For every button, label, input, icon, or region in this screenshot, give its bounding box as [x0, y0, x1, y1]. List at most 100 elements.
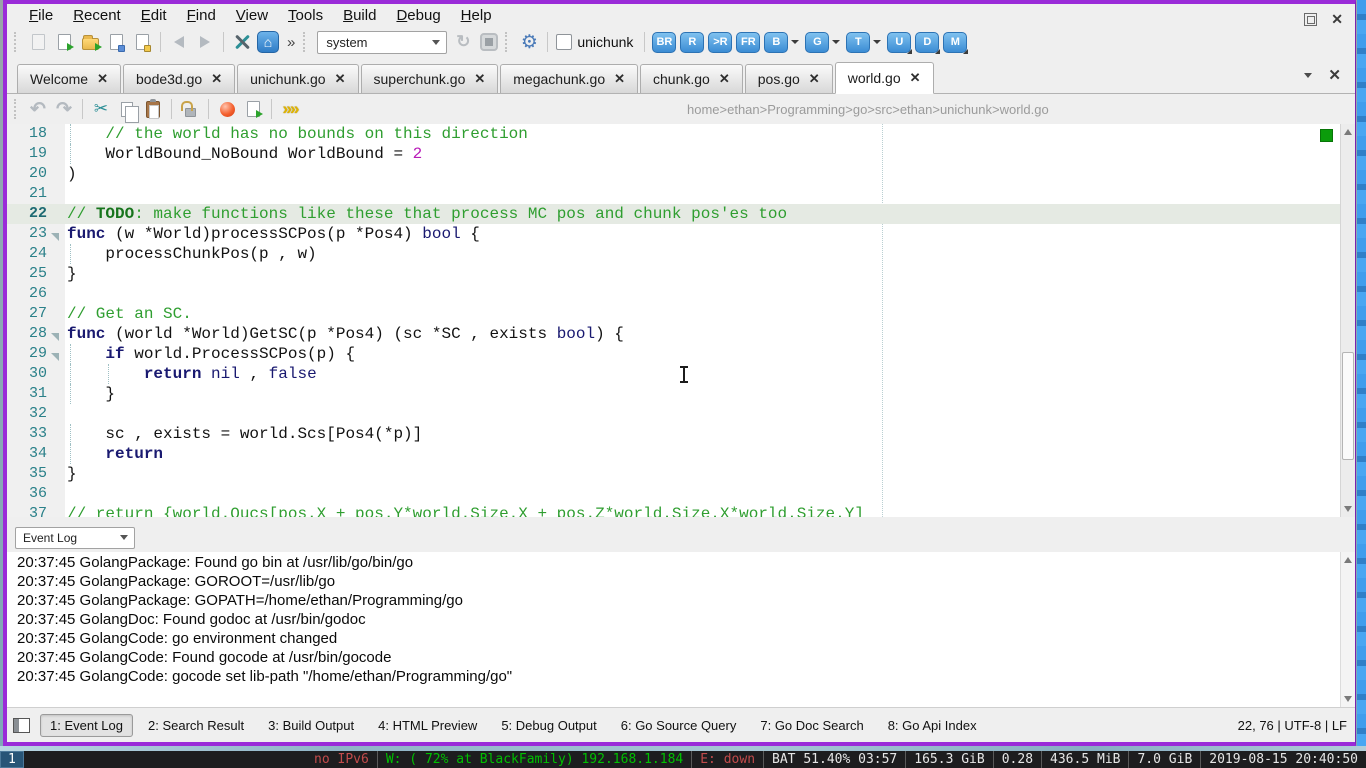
menu-item-file[interactable]: File	[19, 6, 63, 25]
go-button-b[interactable]: B	[764, 32, 788, 53]
tab-close-icon[interactable]: ✕	[614, 71, 625, 87]
toolbar-drag-handle[interactable]	[14, 32, 22, 52]
tab-pos-go[interactable]: pos.go✕	[745, 64, 833, 93]
ed-row-21[interactable]: 21	[7, 184, 1355, 204]
open-folder-button[interactable]	[77, 29, 103, 55]
ed-row-32[interactable]: 32	[7, 404, 1355, 424]
ed-row-23[interactable]: 23func (w *World)processSCPos(p *Pos4) b…	[7, 224, 1355, 244]
ed-row-29[interactable]: 29 if world.ProcessSCPos(p) {	[7, 344, 1355, 364]
ed-row-31[interactable]: 31 }	[7, 384, 1355, 404]
scroll-down-icon[interactable]	[1344, 506, 1352, 512]
ed-row-20[interactable]: 20)	[7, 164, 1355, 184]
reload-env-button[interactable]: ↻	[450, 29, 476, 55]
menu-item-build[interactable]: Build	[333, 6, 386, 25]
tab-world-go[interactable]: world.go✕	[835, 62, 934, 94]
chevron-down-icon[interactable]	[832, 40, 840, 44]
sidebar-toggle-icon[interactable]	[13, 718, 30, 733]
tab-close-button[interactable]: ✕	[1328, 66, 1341, 84]
menu-item-edit[interactable]: Edit	[131, 6, 177, 25]
back-button[interactable]	[166, 29, 192, 55]
fold-marker-icon[interactable]	[51, 233, 59, 241]
fold-marker-icon[interactable]	[51, 333, 59, 341]
go-button-r[interactable]: >R	[708, 32, 732, 53]
scroll-up-icon[interactable]	[1344, 129, 1352, 135]
fold-marker-icon[interactable]	[51, 353, 59, 361]
go-button-m[interactable]: M	[943, 32, 967, 53]
pane-button-2-search-result[interactable]: 2: Search Result	[139, 715, 253, 736]
tab-chunk-go[interactable]: chunk.go✕	[640, 64, 743, 93]
ed-row-26[interactable]: 26	[7, 284, 1355, 304]
pane-button-6-go-source-query[interactable]: 6: Go Source Query	[612, 715, 746, 736]
cut-button[interactable]: ✂	[88, 96, 114, 122]
tab-bode3d-go[interactable]: bode3d.go✕	[123, 64, 235, 93]
pane-button-4-html-preview[interactable]: 4: HTML Preview	[369, 715, 486, 736]
ed-row-37[interactable]: 37// return {world.Qucs[pos.X + pos.Y*wo…	[7, 504, 1355, 517]
ed-row-34[interactable]: 34 return	[7, 444, 1355, 464]
tab-close-icon[interactable]: ✕	[910, 70, 921, 86]
ed-row-25[interactable]: 25}	[7, 264, 1355, 284]
go-button-t[interactable]: T	[846, 32, 870, 53]
save-all-button[interactable]	[129, 29, 155, 55]
chevron-down-icon[interactable]	[873, 40, 881, 44]
editor-vscrollbar[interactable]	[1340, 124, 1355, 517]
menu-item-view[interactable]: View	[226, 6, 278, 25]
menu-item-find[interactable]: Find	[177, 6, 226, 25]
ed-row-19[interactable]: 19 WorldBound_NoBound WorldBound = 2	[7, 144, 1355, 164]
panel-close-button[interactable]: ✕	[1331, 11, 1343, 28]
export-button[interactable]	[240, 96, 266, 122]
pane-button-7-go-doc-search[interactable]: 7: Go Doc Search	[751, 715, 872, 736]
scroll-up-icon[interactable]	[1344, 557, 1352, 563]
panel-float-button[interactable]	[1304, 13, 1317, 26]
build-config-button[interactable]	[229, 29, 255, 55]
event-log-output[interactable]: 20:37:45 GolangPackage: Found go bin at …	[7, 552, 1355, 707]
go-button-g[interactable]: G	[805, 32, 829, 53]
chevron-down-icon[interactable]	[791, 40, 799, 44]
tab-close-icon[interactable]: ✕	[335, 71, 346, 87]
edit-toolbar-drag-handle[interactable]	[14, 99, 22, 119]
settings-button[interactable]: ⚙	[516, 29, 542, 55]
save-button[interactable]	[103, 29, 129, 55]
tab-close-icon[interactable]: ✕	[809, 71, 820, 87]
ed-row-36[interactable]: 36	[7, 484, 1355, 504]
go-button-u[interactable]: U	[887, 32, 911, 53]
forward-button[interactable]	[192, 29, 218, 55]
editor-scroll-thumb[interactable]	[1342, 352, 1354, 460]
tab-list-button[interactable]	[1304, 73, 1312, 78]
toolbar-drag-handle-3[interactable]	[505, 32, 513, 52]
pane-button-3-build-output[interactable]: 3: Build Output	[259, 715, 363, 736]
ed-row-33[interactable]: 33 sc , exists = world.Scs[Pos4(*p)]	[7, 424, 1355, 444]
menu-item-tools[interactable]: Tools	[278, 6, 333, 25]
pane-button-5-debug-output[interactable]: 5: Debug Output	[492, 715, 605, 736]
log-vscrollbar[interactable]	[1340, 552, 1355, 707]
lock-button[interactable]	[177, 96, 203, 122]
go-button-r[interactable]: R	[680, 32, 704, 53]
tab-close-icon[interactable]: ✕	[719, 71, 730, 87]
ed-row-35[interactable]: 35}	[7, 464, 1355, 484]
redo-button[interactable]: ↷	[51, 96, 77, 122]
ed-row-18[interactable]: 18 // the world has no bounds on this di…	[7, 124, 1355, 144]
toolbar-drag-handle-2[interactable]	[303, 32, 311, 52]
code-editor[interactable]: 18 // the world has no bounds on this di…	[7, 124, 1355, 517]
go-button-fr[interactable]: FR	[736, 32, 760, 53]
paste-button[interactable]	[140, 96, 166, 122]
tab-welcome[interactable]: Welcome✕	[17, 64, 121, 93]
ed-row-28[interactable]: 28func (world *World)GetSC(p *Pos4) (sc …	[7, 324, 1355, 344]
pane-button-8-go-api-index[interactable]: 8: Go Api Index	[879, 715, 986, 736]
ed-row-22[interactable]: 22// TODO: make functions like these tha…	[7, 204, 1355, 224]
tab-close-icon[interactable]: ✕	[211, 71, 222, 87]
output-panel-selector[interactable]: Event Log	[15, 527, 135, 549]
copy-button[interactable]	[114, 96, 140, 122]
go-button-d[interactable]: D	[915, 32, 939, 53]
ed-row-30[interactable]: 30 return nil , false	[7, 364, 1355, 384]
toolbar-overflow-button[interactable]: »	[281, 34, 300, 51]
tab-close-icon[interactable]: ✕	[97, 71, 108, 87]
tab-close-icon[interactable]: ✕	[474, 71, 485, 87]
tab-unichunk-go[interactable]: unichunk.go✕	[237, 64, 358, 93]
ed-row-27[interactable]: 27// Get an SC.	[7, 304, 1355, 324]
stop-button[interactable]	[476, 29, 502, 55]
jump-button[interactable]: »»	[277, 96, 303, 122]
menu-item-debug[interactable]: Debug	[386, 6, 450, 25]
new-file-button[interactable]	[25, 29, 51, 55]
tab-superchunk-go[interactable]: superchunk.go✕	[361, 64, 499, 93]
scroll-down-icon[interactable]	[1344, 696, 1352, 702]
